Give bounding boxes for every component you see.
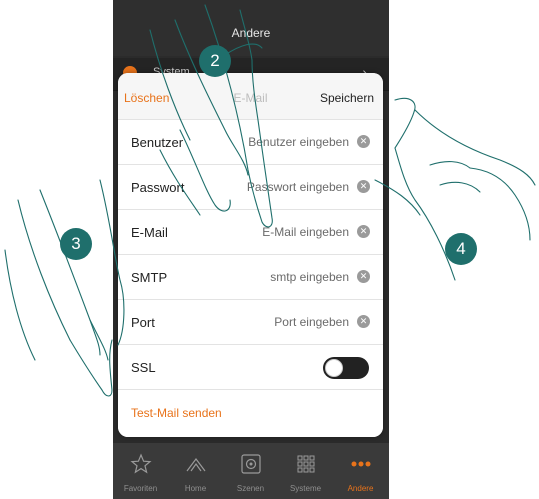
field-label: E-Mail	[131, 225, 168, 240]
tab-szenen[interactable]: Szenen	[223, 443, 278, 499]
header-title: Andere	[231, 26, 271, 40]
step-3-badge: 3	[60, 228, 92, 260]
email-field-row: E-Mail ✕	[118, 209, 383, 255]
passwort-input[interactable]	[209, 180, 349, 194]
field-label: SMTP	[131, 270, 168, 285]
port-input[interactable]	[209, 315, 349, 329]
smtp-field-row: SMTP ✕	[118, 254, 383, 300]
scene-icon	[241, 454, 261, 474]
grid-icon	[297, 455, 315, 473]
step-2-badge: 2	[199, 45, 231, 77]
port-field-row: Port ✕	[118, 299, 383, 345]
house-icon	[186, 458, 206, 472]
field-label: Port	[131, 315, 155, 330]
benutzer-field-row: Benutzer ✕	[118, 119, 383, 165]
clear-icon[interactable]: ✕	[357, 270, 370, 283]
tab-favoriten[interactable]: Favoriten	[113, 443, 168, 499]
step-4-badge: 4	[445, 233, 477, 265]
passwort-field-row: Passwort ✕	[118, 164, 383, 210]
tab-label: Systeme	[289, 484, 322, 493]
tab-label: Andere	[347, 484, 374, 493]
tab-andere[interactable]: Andere	[333, 443, 388, 499]
email-settings-dialog: Löschen E-Mail Speichern Benutzer ✕ Pass…	[118, 73, 383, 437]
toggle-knob	[325, 359, 343, 377]
save-button[interactable]: Speichern	[320, 91, 374, 105]
ssl-row: SSL	[118, 344, 383, 390]
tab-label: Favoriten	[123, 484, 158, 493]
app-header: Andere	[113, 0, 389, 56]
smtp-input[interactable]	[209, 270, 349, 284]
tab-label: Home	[184, 484, 207, 493]
bottom-tab-bar: Favoriten Home Szenen Systeme Andere	[113, 443, 389, 499]
email-input[interactable]	[209, 225, 349, 239]
field-label: Benutzer	[131, 135, 184, 150]
tab-home[interactable]: Home	[168, 443, 223, 499]
field-label: SSL	[131, 360, 156, 375]
field-label: Passwort	[131, 180, 185, 195]
clear-icon[interactable]: ✕	[357, 225, 370, 238]
tab-label: Szenen	[236, 484, 265, 493]
benutzer-input[interactable]	[209, 135, 349, 149]
test-mail-button[interactable]: Test-Mail senden	[131, 406, 222, 420]
ssl-toggle[interactable]	[323, 357, 369, 379]
clear-icon[interactable]: ✕	[357, 135, 370, 148]
dialog-header: Löschen E-Mail Speichern	[118, 73, 383, 119]
tab-systeme[interactable]: Systeme	[278, 443, 333, 499]
star-icon	[130, 453, 152, 474]
clear-icon[interactable]: ✕	[357, 315, 370, 328]
more-icon	[351, 461, 371, 467]
test-mail-row: Test-Mail senden	[118, 389, 383, 437]
clear-icon[interactable]: ✕	[357, 180, 370, 193]
